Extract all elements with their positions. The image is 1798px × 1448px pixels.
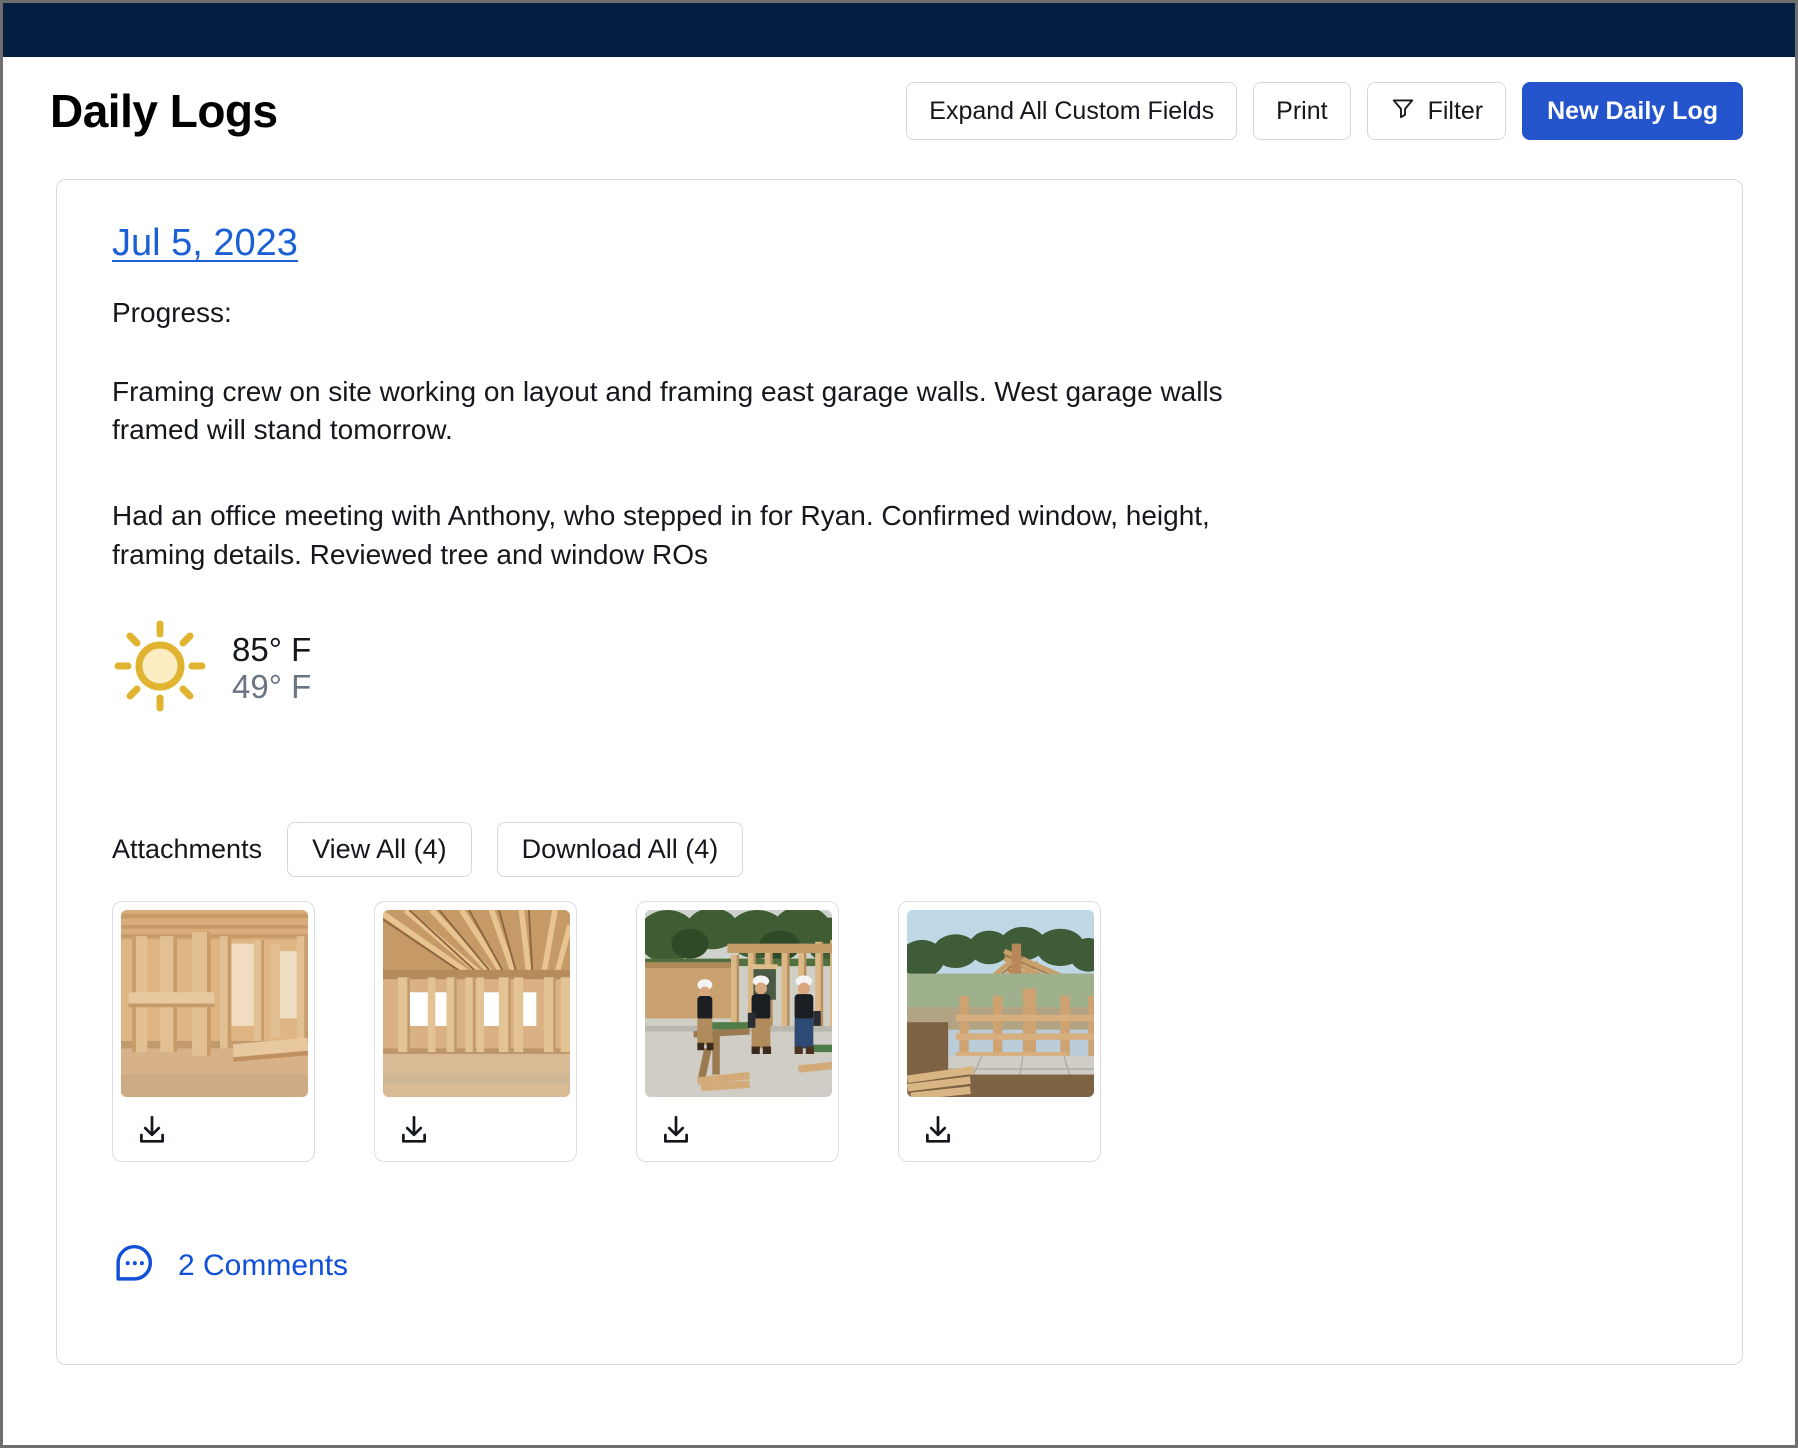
print-button[interactable]: Print: [1253, 82, 1350, 140]
filter-funnel-icon: [1390, 95, 1416, 128]
new-daily-log-button[interactable]: New Daily Log: [1522, 82, 1743, 140]
page-title: Daily Logs: [50, 88, 278, 134]
view-all-label: View All (4): [312, 834, 447, 865]
daily-log-date-link[interactable]: Jul 5, 2023: [112, 222, 298, 265]
app-top-bar: [3, 3, 1795, 57]
comments-count-label: 2 Comments: [178, 1249, 348, 1283]
temperature-values: 85° F 49° F: [232, 632, 311, 706]
temperature-high: 85° F: [232, 632, 311, 669]
comment-bubble-icon: [112, 1240, 158, 1291]
attachment-thumbnail-image[interactable]: [121, 910, 308, 1097]
page-header: Daily Logs Expand All Custom Fields Prin…: [3, 57, 1795, 165]
attachment-thumbnail-list: [112, 901, 1694, 1162]
expand-all-custom-fields-button[interactable]: Expand All Custom Fields: [906, 82, 1237, 140]
attachments-toolbar: Attachments View All (4) Download All (4…: [112, 822, 1694, 877]
view-all-attachments-button[interactable]: View All (4): [287, 822, 472, 877]
attachment-card[interactable]: [636, 901, 839, 1162]
attachment-card[interactable]: [112, 901, 315, 1162]
attachment-thumbnail-image[interactable]: [907, 910, 1094, 1097]
attachment-card[interactable]: [374, 901, 577, 1162]
download-icon[interactable]: [659, 1113, 693, 1147]
daily-log-card: Jul 5, 2023 Progress: Framing crew on si…: [56, 179, 1743, 1365]
filter-button[interactable]: Filter: [1367, 82, 1507, 140]
sun-icon: [112, 618, 208, 719]
download-icon[interactable]: [135, 1113, 169, 1147]
filter-label: Filter: [1428, 97, 1484, 126]
attachments-label: Attachments: [112, 834, 262, 865]
new-daily-log-label: New Daily Log: [1547, 97, 1718, 126]
print-label: Print: [1276, 97, 1327, 126]
progress-label: Progress:: [112, 294, 1292, 333]
download-all-attachments-button[interactable]: Download All (4): [497, 822, 744, 877]
attachment-thumbnail-image[interactable]: [645, 910, 832, 1097]
temperature-low: 49° F: [232, 669, 311, 706]
progress-paragraph-2: Had an office meeting with Anthony, who …: [112, 497, 1292, 574]
download-icon[interactable]: [397, 1113, 431, 1147]
attachment-card[interactable]: [898, 901, 1101, 1162]
download-icon[interactable]: [921, 1113, 955, 1147]
attachment-thumbnail-image[interactable]: [383, 910, 570, 1097]
header-actions: Expand All Custom Fields Print Filter Ne…: [906, 82, 1743, 140]
expand-all-custom-fields-label: Expand All Custom Fields: [929, 97, 1214, 126]
comments-link[interactable]: 2 Comments: [112, 1240, 348, 1291]
weather-summary: 85° F 49° F: [112, 618, 1694, 719]
progress-paragraph-1: Framing crew on site working on layout a…: [112, 373, 1292, 450]
download-all-label: Download All (4): [522, 834, 719, 865]
